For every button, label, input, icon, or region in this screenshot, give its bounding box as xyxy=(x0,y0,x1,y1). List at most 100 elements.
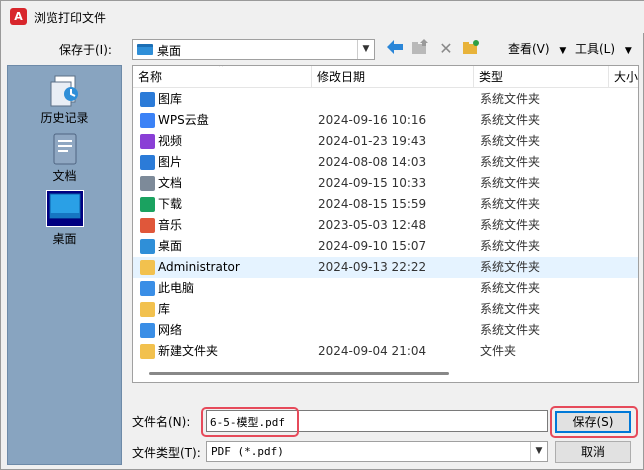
file-name: 图库 xyxy=(158,92,183,106)
file-type: 系统文件夹 xyxy=(480,302,541,316)
file-date: 2024-08-08 14:03 xyxy=(318,155,427,169)
view-menu-arrow-icon: ▼ xyxy=(559,46,567,56)
file-type: 系统文件夹 xyxy=(480,239,541,253)
file-date: 2024-09-04 21:04 xyxy=(318,344,427,358)
user-folder-icon xyxy=(140,260,155,275)
pictures-icon xyxy=(140,155,155,170)
file-list-header: 名称 ⌃ 修改日期 类型 大小 xyxy=(133,65,638,88)
file-name: Administrator xyxy=(158,260,240,274)
file-type: 系统文件夹 xyxy=(480,281,541,295)
place-desktop[interactable]: 桌面 xyxy=(8,190,121,247)
back-arrow-icon[interactable] xyxy=(385,39,405,59)
file-row[interactable]: 音乐 2023-05-03 12:48 系统文件夹 xyxy=(133,215,638,236)
file-row[interactable]: 下载 2024-08-15 15:59 系统文件夹 xyxy=(133,194,638,215)
desktop-icon xyxy=(137,44,153,55)
place-history[interactable]: 历史记录 xyxy=(8,74,121,126)
file-type: 系统文件夹 xyxy=(480,155,541,169)
title-bar: A 浏览打印文件 xyxy=(1,1,644,33)
file-date: 2023-05-03 12:48 xyxy=(318,218,427,232)
column-header-date[interactable]: 修改日期 xyxy=(312,66,474,88)
window-title: 浏览打印文件 xyxy=(34,11,107,25)
tools-menu-label: 工具(L) xyxy=(575,42,616,56)
delete-icon[interactable]: ✕ xyxy=(436,39,456,59)
view-menu-label: 查看(V) xyxy=(508,42,550,56)
file-type: 文件夹 xyxy=(480,344,517,358)
desktop-icon xyxy=(45,190,84,227)
cloud-icon xyxy=(140,113,155,128)
filetype-dropdown[interactable]: PDF (*.pdf) ▼ xyxy=(206,441,548,462)
file-row[interactable]: 新建文件夹 2024-09-04 21:04 文件夹 xyxy=(133,341,638,362)
file-type: 系统文件夹 xyxy=(480,134,541,148)
file-date: 2024-09-10 15:07 xyxy=(318,239,427,253)
autocad-icon: A xyxy=(10,8,27,25)
file-name: 此电脑 xyxy=(158,281,195,295)
filename-highlight-annotation xyxy=(201,407,299,437)
gallery-icon xyxy=(140,92,155,107)
file-date xyxy=(318,299,468,320)
file-row[interactable]: 图片 2024-08-08 14:03 系统文件夹 xyxy=(133,152,638,173)
save-in-value: 桌面 xyxy=(157,44,182,58)
file-row[interactable]: Administrator 2024-09-13 22:22 系统文件夹 xyxy=(133,257,638,278)
filetype-value: PDF (*.pdf) xyxy=(211,445,284,458)
documents-icon xyxy=(49,132,81,165)
file-name: 库 xyxy=(158,302,171,316)
file-row[interactable]: 桌面 2024-09-10 15:07 系统文件夹 xyxy=(133,236,638,257)
file-date: 2024-09-13 22:22 xyxy=(318,260,427,274)
file-row[interactable]: 视频 2024-01-23 19:43 系统文件夹 xyxy=(133,131,638,152)
network-icon xyxy=(140,323,155,338)
file-row[interactable]: 库 系统文件夹 xyxy=(133,299,638,320)
tools-menu-arrow-icon: ▼ xyxy=(624,46,632,56)
print-file-dialog: A 浏览打印文件 保存于(I): 桌面 ▼ ✕ 查看(V) ▼ 工具(L) ▼ … xyxy=(0,0,644,470)
file-date xyxy=(318,278,468,299)
file-row[interactable]: 此电脑 系统文件夹 xyxy=(133,278,638,299)
place-label-history: 历史记录 xyxy=(40,111,89,125)
save-in-dropdown[interactable]: 桌面 ▼ xyxy=(132,39,375,60)
scrollbar-thumb[interactable] xyxy=(149,372,449,375)
place-documents[interactable]: 文档 xyxy=(8,132,121,184)
file-type: 系统文件夹 xyxy=(480,176,541,190)
file-list[interactable]: 名称 ⌃ 修改日期 类型 大小 图库 系统文件夹 WPS云盘 2024-09-16 1… xyxy=(132,65,639,383)
filetype-label: 文件类型(T): xyxy=(132,446,201,460)
sort-ascending-icon: ⌃ xyxy=(217,65,226,74)
column-header-type[interactable]: 类型 xyxy=(474,66,609,88)
file-row[interactable]: 图库 系统文件夹 xyxy=(133,89,638,110)
file-name: 文档 xyxy=(158,176,183,190)
documents-icon xyxy=(140,176,155,191)
video-icon xyxy=(140,134,155,149)
file-date xyxy=(318,320,468,341)
cancel-button[interactable]: 取消 xyxy=(555,441,631,463)
up-folder-icon[interactable] xyxy=(410,39,430,59)
music-icon xyxy=(140,218,155,233)
file-type: 系统文件夹 xyxy=(480,218,541,232)
file-row[interactable]: 文档 2024-09-15 10:33 系统文件夹 xyxy=(133,173,638,194)
file-name: 新建文件夹 xyxy=(158,344,219,358)
view-menu[interactable]: 查看(V) ▼ xyxy=(508,39,566,59)
file-row[interactable]: 网络 系统文件夹 xyxy=(133,320,638,341)
places-bar: 历史记录 文档 桌面 xyxy=(7,65,122,465)
file-date: 2024-08-15 15:59 xyxy=(318,197,427,211)
file-date xyxy=(318,89,468,110)
tools-menu[interactable]: 工具(L) ▼ xyxy=(575,39,632,59)
file-date: 2024-09-15 10:33 xyxy=(318,176,427,190)
file-date: 2024-01-23 19:43 xyxy=(318,134,427,148)
save-highlight-annotation xyxy=(550,406,638,438)
computer-icon xyxy=(140,281,155,296)
horizontal-scrollbar[interactable] xyxy=(133,366,638,382)
file-row[interactable]: WPS云盘 2024-09-16 10:16 系统文件夹 xyxy=(133,110,638,131)
file-type: 系统文件夹 xyxy=(480,323,541,337)
place-label-desktop: 桌面 xyxy=(52,232,77,246)
file-type: 系统文件夹 xyxy=(480,260,541,274)
file-date: 2024-09-16 10:16 xyxy=(318,113,427,127)
file-name: 视频 xyxy=(158,134,183,148)
place-label-documents: 文档 xyxy=(52,169,77,183)
chevron-down-icon[interactable]: ▼ xyxy=(530,442,547,461)
download-icon xyxy=(140,197,155,212)
save-in-label: 保存于(I): xyxy=(59,43,112,57)
column-header-size[interactable]: 大小 xyxy=(609,66,638,88)
new-folder-icon[interactable] xyxy=(461,39,481,59)
history-icon xyxy=(49,74,81,107)
library-icon xyxy=(140,302,155,317)
file-name: WPS云盘 xyxy=(158,113,209,127)
folder-icon xyxy=(140,344,155,359)
chevron-down-icon[interactable]: ▼ xyxy=(357,40,374,59)
